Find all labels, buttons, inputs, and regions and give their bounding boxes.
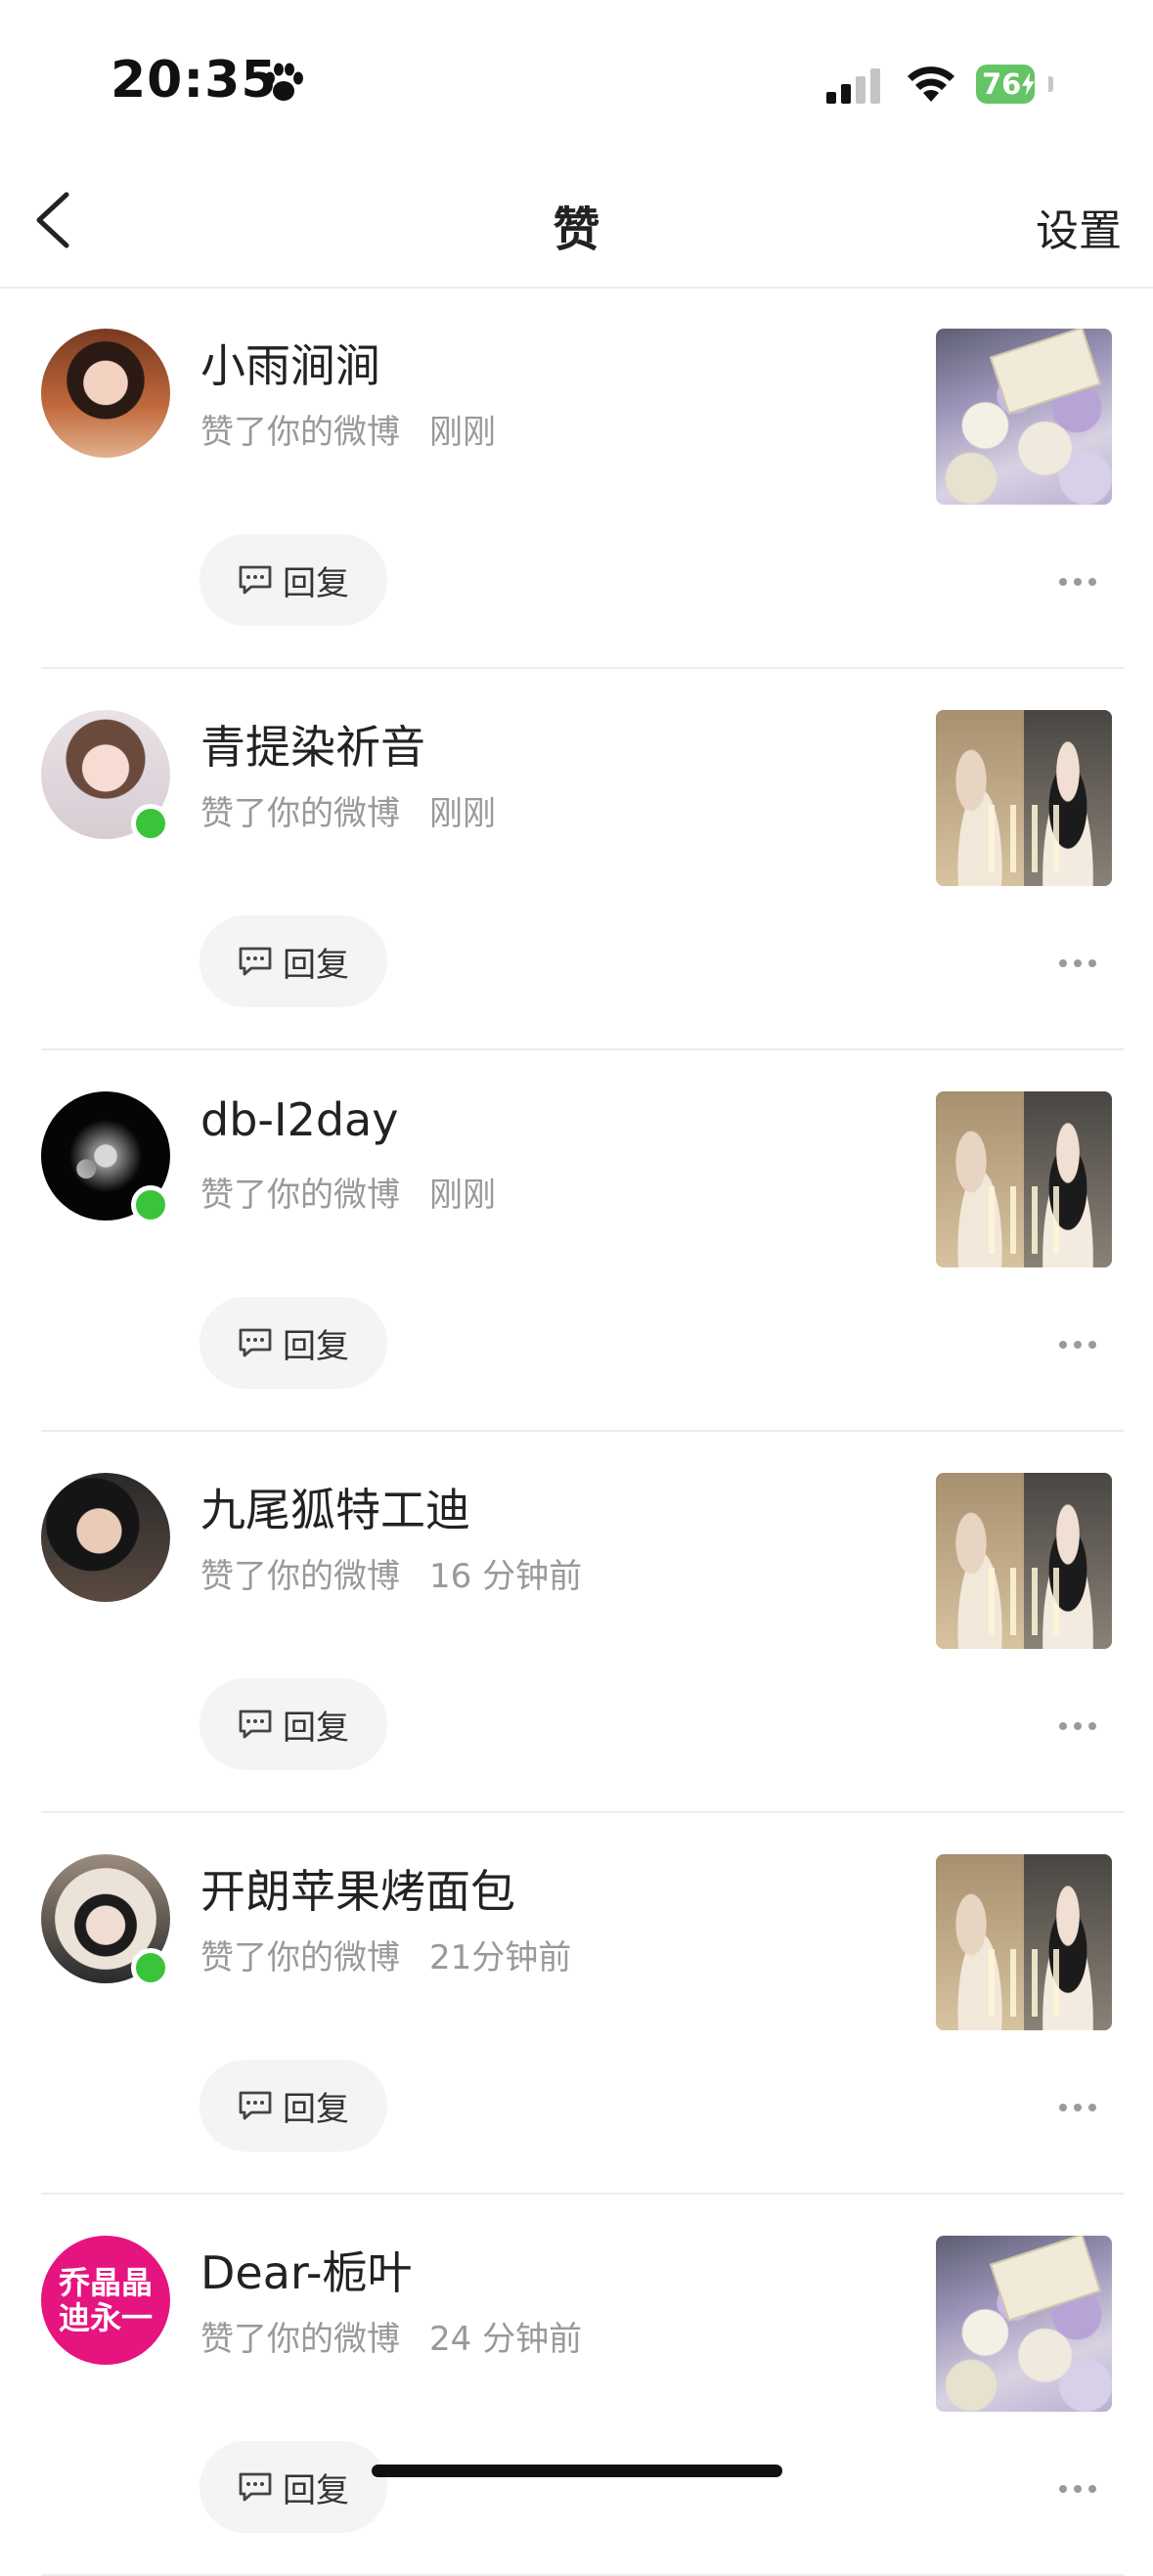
action-text: 赞了你的微博 (200, 2320, 400, 2359)
post-thumbnail[interactable] (936, 1473, 1112, 1649)
reply-button[interactable]: 回复 (200, 2060, 387, 2152)
comment-icon (239, 2091, 272, 2120)
charging-bolt-icon (1022, 72, 1035, 96)
nav-bar: 赞 设置 (0, 147, 1153, 289)
list-item[interactable]: 乔晶晶 迪永一 Dear-栀叶 赞了你的微博 24 分钟前 回复 (0, 2195, 1153, 2576)
online-status-dot (131, 1185, 170, 1224)
list-item[interactable]: 青提染祈音 赞了你的微博 刚刚 回复 (0, 669, 1153, 1050)
username[interactable]: 开朗苹果烤面包 (200, 1856, 515, 1921)
thumbnail-candles (989, 805, 1059, 872)
thumbnail-candles (989, 1568, 1059, 1635)
thumbnail-candles (989, 1186, 1059, 1254)
post-thumbnail[interactable] (936, 329, 1112, 505)
online-status-dot (131, 1948, 170, 1987)
reply-label: 回复 (283, 1326, 349, 1366)
avatar[interactable] (41, 329, 170, 458)
avatar[interactable] (41, 1473, 170, 1602)
action-text: 赞了你的微博 (200, 1557, 400, 1596)
avatar-text-line: 乔晶晶 (58, 2264, 153, 2301)
reply-label: 回复 (283, 563, 349, 603)
avatar[interactable]: 乔晶晶 迪永一 (41, 2236, 170, 2365)
timestamp: 刚刚 (429, 794, 496, 833)
timestamp: 21分钟前 (429, 1938, 572, 1977)
status-time: 20:35 (111, 51, 278, 110)
action-text: 赞了你的微博 (200, 1938, 400, 1977)
thumbnail-candles (989, 1949, 1059, 2017)
action-text: 赞了你的微博 (200, 1176, 400, 1215)
list-item[interactable]: db-I2day 赞了你的微博 刚刚 回复 (0, 1050, 1153, 1432)
comment-icon (239, 1710, 272, 1739)
page-title: 赞 (553, 202, 600, 257)
action-text: 赞了你的微博 (200, 794, 400, 833)
reply-label: 回复 (283, 2470, 349, 2510)
reply-button[interactable]: 回复 (200, 915, 387, 1007)
like-meta: 赞了你的微博 刚刚 (200, 786, 496, 834)
battery-indicator: 76 (976, 65, 1035, 104)
like-meta: 赞了你的微博 24 分钟前 (200, 2312, 582, 2360)
post-thumbnail[interactable] (936, 1854, 1112, 2030)
like-meta: 赞了你的微博 16 分钟前 (200, 1549, 582, 1597)
timestamp: 刚刚 (429, 1176, 496, 1215)
more-icon[interactable] (1058, 2103, 1097, 2112)
battery-level: 76 (982, 67, 1022, 101)
status-bar: 20:35 76 (0, 0, 1153, 147)
username[interactable]: Dear-栀叶 (200, 2238, 412, 2302)
comment-icon (239, 947, 272, 976)
likes-list: 小雨涧涧 赞了你的微博 刚刚 回复 青提染祈音 赞了你的微博 刚刚 回复 db-I2… (0, 288, 1153, 2576)
post-thumbnail[interactable] (936, 710, 1112, 886)
reply-label: 回复 (283, 2089, 349, 2129)
more-icon[interactable] (1058, 1340, 1097, 1350)
reply-label: 回复 (283, 1708, 349, 1748)
more-icon[interactable] (1058, 2484, 1097, 2494)
list-item[interactable]: 小雨涧涧 赞了你的微博 刚刚 回复 (0, 288, 1153, 669)
battery-tip (1048, 76, 1053, 92)
action-text: 赞了你的微博 (200, 413, 400, 452)
reply-button[interactable]: 回复 (200, 2441, 387, 2533)
username[interactable]: 青提染祈音 (200, 712, 425, 777)
list-item[interactable]: 开朗苹果烤面包 赞了你的微博 21分钟前 回复 (0, 1813, 1153, 2195)
reply-button[interactable]: 回复 (200, 1678, 387, 1770)
like-meta: 赞了你的微博 刚刚 (200, 1168, 496, 1216)
more-icon[interactable] (1058, 1721, 1097, 1731)
thumbnail-card (989, 329, 1102, 415)
wifi-icon (908, 67, 954, 102)
post-thumbnail[interactable] (936, 2236, 1112, 2412)
username[interactable]: db-I2day (200, 1093, 398, 1146)
like-meta: 赞了你的微博 21分钟前 (200, 1931, 571, 1978)
paw-icon (265, 63, 303, 101)
thumbnail-card (989, 2236, 1102, 2322)
avatar-text-line: 迪永一 (58, 2299, 153, 2336)
comment-icon (239, 1328, 272, 1357)
more-icon[interactable] (1058, 577, 1097, 587)
settings-button[interactable]: 设置 (1036, 196, 1122, 258)
timestamp: 刚刚 (429, 413, 496, 452)
username[interactable]: 小雨涧涧 (200, 331, 380, 395)
reply-label: 回复 (283, 945, 349, 985)
reply-button[interactable]: 回复 (200, 1297, 387, 1389)
reply-button[interactable]: 回复 (200, 534, 387, 626)
list-item[interactable]: 九尾狐特工迪 赞了你的微博 16 分钟前 回复 (0, 1432, 1153, 1813)
username[interactable]: 九尾狐特工迪 (200, 1475, 470, 1539)
timestamp: 24 分钟前 (429, 2320, 583, 2359)
comment-icon (239, 565, 272, 595)
timestamp: 16 分钟前 (429, 1557, 583, 1596)
online-status-dot (131, 804, 170, 843)
like-meta: 赞了你的微博 刚刚 (200, 405, 496, 453)
comment-icon (239, 2472, 272, 2502)
home-indicator[interactable] (372, 2465, 782, 2477)
post-thumbnail[interactable] (936, 1091, 1112, 1267)
cellular-signal-icon (826, 68, 880, 104)
more-icon[interactable] (1058, 958, 1097, 968)
